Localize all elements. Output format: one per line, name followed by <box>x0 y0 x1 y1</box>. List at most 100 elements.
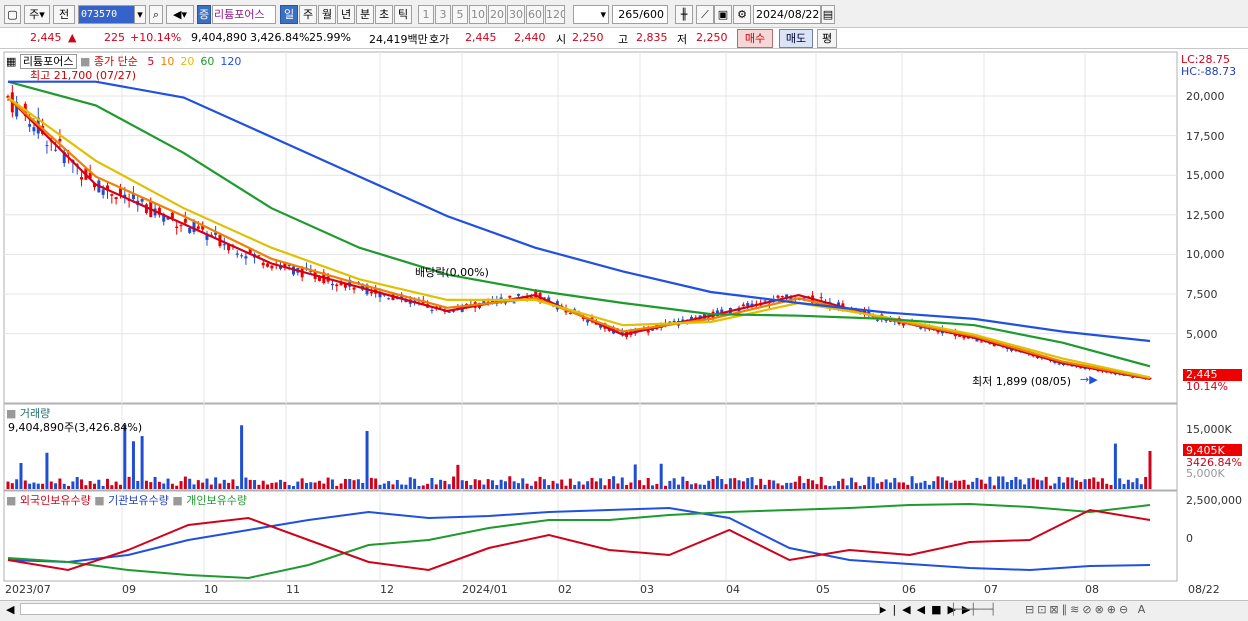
volume-bar <box>806 478 810 489</box>
period-tab-5[interactable]: 초 <box>375 5 393 24</box>
volume-bar <box>1036 479 1040 489</box>
volume-bar <box>240 425 244 489</box>
candle <box>776 295 780 298</box>
interval-button-3[interactable]: 10 <box>469 5 487 24</box>
interval-button-1[interactable]: 3 <box>435 5 451 24</box>
candle <box>352 287 356 290</box>
eval-button[interactable]: 평 <box>817 29 837 48</box>
date-field[interactable]: 2024/08/22 <box>753 5 821 24</box>
period-tab-4[interactable]: 분 <box>356 5 374 24</box>
code-dropdown-icon[interactable]: ▾ <box>134 5 146 24</box>
open-label: 시 <box>556 33 567 46</box>
unit-select[interactable]: ▾ <box>573 5 609 24</box>
date-tick: 07 <box>984 583 998 596</box>
market-select[interactable]: 주▾ <box>24 5 50 24</box>
volume-bar <box>858 485 862 489</box>
date-tick: 04 <box>726 583 740 596</box>
volume-bar <box>564 485 568 489</box>
volume-bar <box>97 479 101 489</box>
volume-bar <box>270 482 274 489</box>
volume-bar <box>1044 476 1048 489</box>
candle-type-icon[interactable]: ╫ <box>675 5 693 24</box>
current-price: 2,445 <box>30 31 62 44</box>
zoom-slider[interactable]: ├──┼──┤ <box>950 603 996 616</box>
volume-bar <box>274 482 278 489</box>
candle <box>884 320 888 322</box>
volume-bar <box>875 483 879 489</box>
date-tick: 06 <box>902 583 916 596</box>
interval-button-4[interactable]: 20 <box>488 5 506 24</box>
volume-bar <box>101 485 105 489</box>
volume-bar <box>988 476 992 489</box>
volume-bar <box>646 477 650 489</box>
volume-bar <box>430 477 434 489</box>
period-tab-3[interactable]: 년 <box>337 5 355 24</box>
volume-bar <box>1049 485 1053 489</box>
volume-bar <box>188 478 192 489</box>
interval-button-7[interactable]: 120 <box>545 5 565 24</box>
volume-bar <box>80 479 84 489</box>
candle <box>746 303 750 307</box>
candle <box>32 127 36 132</box>
candle <box>183 218 187 223</box>
volume-bar <box>1105 483 1109 489</box>
calendar-icon[interactable]: ▤ <box>821 5 835 24</box>
volume-bar <box>1118 478 1122 489</box>
scroll-left-icon[interactable]: ◀ <box>6 603 14 616</box>
prev-button[interactable]: 전 <box>53 5 75 24</box>
volume-pct: 3,426.84% <box>250 31 310 44</box>
volume-bar <box>525 483 529 489</box>
interval-button-5[interactable]: 30 <box>507 5 525 24</box>
period-tab-2[interactable]: 월 <box>318 5 336 24</box>
period-tab-0[interactable]: 일 <box>280 5 298 24</box>
volume-bar <box>962 479 966 489</box>
volume-bar <box>469 485 473 489</box>
volume-bar <box>495 485 499 489</box>
candle <box>101 189 105 195</box>
volume-bar <box>802 483 806 489</box>
price-change-pct: +10.14% <box>130 31 182 44</box>
volume-bar <box>534 481 538 489</box>
sell-button[interactable]: 매도 <box>779 29 813 48</box>
volume-bar <box>927 484 931 489</box>
count-field[interactable]: 265/600 <box>612 5 668 24</box>
volume-bar <box>486 479 490 489</box>
save-icon[interactable]: ▣ <box>714 5 732 24</box>
tool-icons[interactable]: ⊟⊡⊠∥≋⊘⊗⊕⊖ A <box>1025 603 1148 616</box>
stock-name-field[interactable]: 리튬포어스 <box>212 5 276 24</box>
volume-bar <box>590 477 594 489</box>
volume-bar <box>1066 477 1070 489</box>
search-icon[interactable]: ⌕ <box>149 5 163 24</box>
period-tab-6[interactable]: 틱 <box>394 5 412 24</box>
volume-bar <box>767 479 771 489</box>
volume-bar <box>901 482 905 489</box>
window-icon[interactable]: ▢ <box>4 5 21 24</box>
legend-indiv: 개인보유수량 <box>186 494 248 507</box>
volume-bar <box>785 482 789 489</box>
volume-bar <box>689 484 693 489</box>
interval-button-0[interactable]: 1 <box>418 5 434 24</box>
gear-icon[interactable]: ⚙ <box>733 5 751 24</box>
sound-icon[interactable]: ◀▾ <box>166 5 194 24</box>
interval-button-2[interactable]: 5 <box>452 5 468 24</box>
volume-bar <box>984 483 988 489</box>
volume-bar <box>919 482 923 489</box>
volume-bar <box>1005 482 1009 489</box>
scrollbar-thumb[interactable] <box>20 603 880 615</box>
interval-button-6[interactable]: 60 <box>526 5 544 24</box>
stock-chart[interactable] <box>0 50 1248 600</box>
volume-bar <box>387 481 391 489</box>
draw-tool-icon[interactable]: ⟋ <box>696 5 714 24</box>
period-tab-1[interactable]: 주 <box>299 5 317 24</box>
buy-button[interactable]: 매수 <box>737 29 773 48</box>
volume-bar <box>45 452 49 489</box>
code-input[interactable]: 073570 <box>78 5 136 24</box>
volume-bar <box>824 485 828 489</box>
volume-bar <box>867 476 871 489</box>
candle <box>114 197 118 200</box>
volume-bar <box>949 482 953 489</box>
volume-bar <box>478 480 482 489</box>
volume-bar <box>313 482 317 489</box>
candle <box>875 319 879 321</box>
candle <box>244 256 248 259</box>
